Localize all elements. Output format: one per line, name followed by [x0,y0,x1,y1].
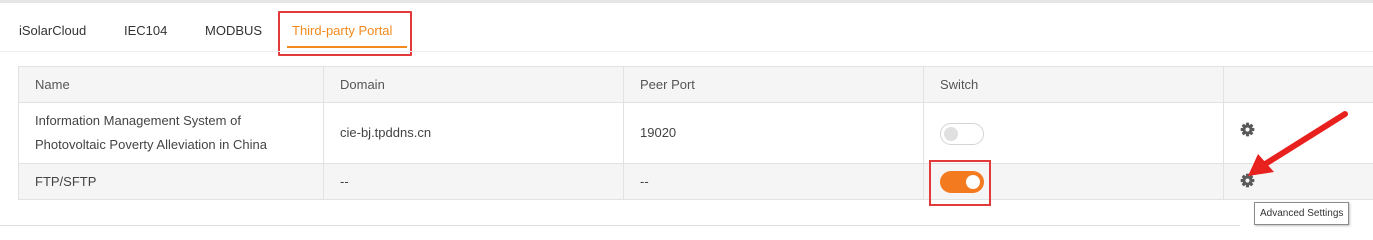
table-row: FTP/SFTP -- -- [18,163,1373,200]
cell-name: Information Management System of Photovo… [18,102,324,164]
bottom-divider [0,225,1240,226]
cell-peer-port: -- [623,163,924,200]
cell-switch [923,102,1224,164]
cell-name: FTP/SFTP [18,163,324,200]
name-line-1: Information Management System of [35,113,241,128]
column-header-name: Name [18,66,324,103]
toggle-switch-off[interactable] [940,122,984,145]
cell-peer-port: 19020 [623,102,924,164]
table-header-row: Name Domain Peer Port Switch [18,66,1373,103]
column-header-actions [1223,66,1373,103]
cell-domain: cie-bj.tpddns.cn [323,102,624,164]
tab-isolarcloud[interactable]: iSolarCloud [19,11,86,51]
advanced-settings-tooltip: Advanced Settings [1254,202,1350,225]
cell-domain: -- [323,163,624,200]
table-row: Information Management System of Photovo… [18,102,1373,164]
column-header-peer-port: Peer Port [623,66,924,103]
third-party-portal-table: Name Domain Peer Port Switch Information… [18,66,1373,200]
toggle-knob [944,126,958,141]
column-header-switch: Switch [923,66,1224,103]
annotation-arrow-icon [1248,111,1348,176]
switch-annotation-box [929,160,991,206]
name-line-2: Photovoltaic Poverty Alleviation in Chin… [35,137,267,152]
protocol-tabs: iSolarCloud IEC104 MODBUS Third-party Po… [0,11,1373,56]
top-divider [0,0,1373,3]
column-header-domain: Domain [323,66,624,103]
tab-annotation-box [278,11,412,56]
tabs-divider [0,51,1373,52]
tab-iec104[interactable]: IEC104 [124,11,167,51]
tab-modbus[interactable]: MODBUS [205,11,262,51]
